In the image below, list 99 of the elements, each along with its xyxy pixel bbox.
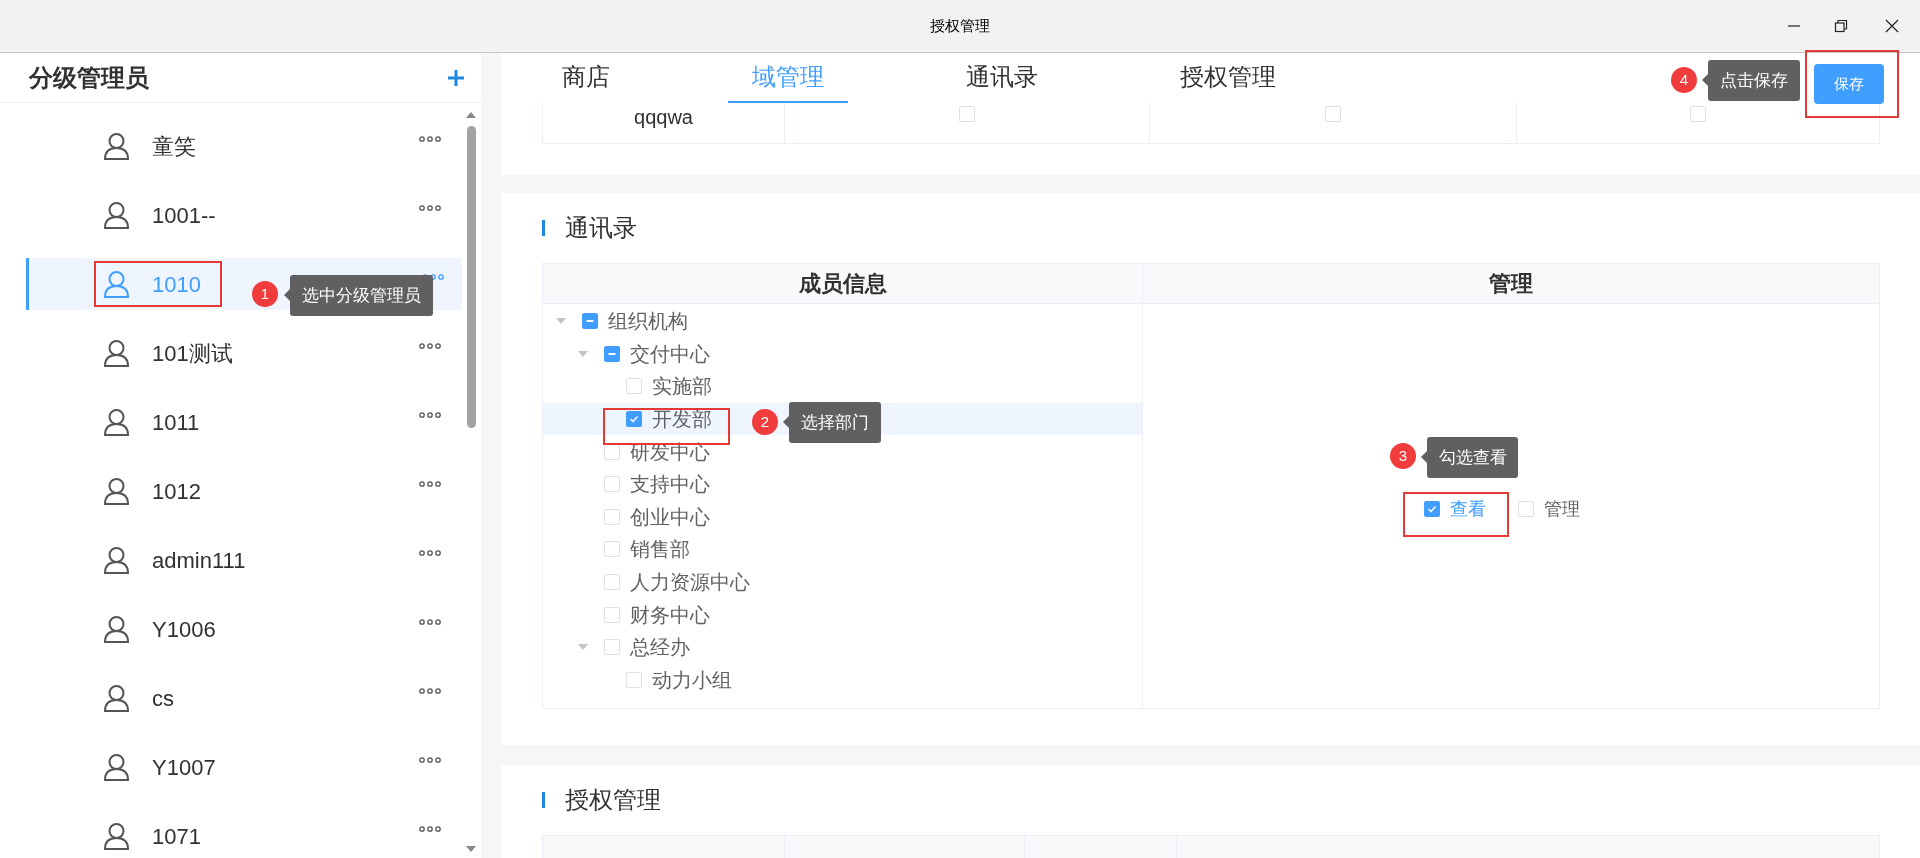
- admin-list-item[interactable]: 101测试: [26, 327, 462, 379]
- tree-row[interactable]: 交付中心: [543, 337, 1142, 371]
- more-icon[interactable]: [418, 619, 442, 625]
- tree-row[interactable]: 总经办: [543, 630, 1142, 664]
- more-icon[interactable]: [418, 412, 442, 418]
- tab[interactable]: 授权管理: [1156, 53, 1300, 103]
- checkbox[interactable]: [1424, 501, 1440, 517]
- column-header: 管理: [1489, 270, 1533, 298]
- tree-row[interactable]: 实施部: [543, 370, 1142, 403]
- caret-icon[interactable]: [578, 644, 588, 651]
- admin-list-item[interactable]: Y1007: [26, 741, 462, 793]
- tree-label: 动力小组: [652, 667, 732, 693]
- restore-icon[interactable]: [1833, 19, 1848, 33]
- tooltip: 选中分级管理员: [290, 275, 433, 316]
- check-icon: [1427, 504, 1437, 514]
- section-title: 通讯录: [565, 213, 637, 243]
- scroll-up-arrow[interactable]: [465, 111, 477, 119]
- section-marker: [542, 220, 545, 236]
- caret-icon[interactable]: [578, 350, 588, 357]
- tree-row[interactable]: 销售部: [543, 533, 1142, 566]
- admin-list-item[interactable]: cs: [26, 672, 462, 724]
- sidebar-title: 分级管理员: [29, 62, 149, 93]
- checkbox[interactable]: [604, 345, 620, 362]
- window-title: 授权管理: [930, 15, 990, 36]
- user-icon: [103, 270, 130, 298]
- more-icon[interactable]: [418, 550, 442, 556]
- admin-list-item[interactable]: 1071: [26, 810, 462, 858]
- tree-row[interactable]: 财务中心: [543, 598, 1142, 631]
- tooltip: 选择部门: [789, 402, 881, 443]
- tooltip-pointer: [284, 289, 290, 301]
- admin-list-item[interactable]: 1012: [26, 465, 462, 517]
- user-icon: [103, 615, 130, 643]
- section-marker: [542, 792, 545, 808]
- admin-name: Y1007: [152, 753, 216, 782]
- tree-row[interactable]: 创业中心: [543, 500, 1142, 534]
- tree-row[interactable]: 动力小组: [543, 663, 1142, 697]
- user-icon: [103, 753, 130, 781]
- admin-name: cs: [152, 684, 174, 713]
- admin-list-item[interactable]: admin111: [26, 534, 462, 586]
- user-icon: [103, 339, 130, 367]
- table-cell-text: qqqwa: [634, 105, 693, 130]
- admin-name: Y1006: [152, 615, 216, 644]
- more-icon[interactable]: [418, 826, 442, 832]
- admin-name: 1011: [152, 408, 200, 437]
- checkbox[interactable]: [582, 313, 598, 330]
- user-icon: [103, 477, 130, 505]
- user-icon: [103, 201, 130, 229]
- scroll-down-arrow[interactable]: [465, 845, 477, 853]
- admin-list-item[interactable]: 1001--: [26, 189, 462, 241]
- tree-label: 创业中心: [630, 504, 710, 530]
- admin-list-item[interactable]: Y1006: [26, 603, 462, 655]
- tree-label: 财务中心: [630, 602, 710, 628]
- admin-list-item[interactable]: 1011: [26, 396, 462, 448]
- more-icon[interactable]: [418, 688, 442, 694]
- column-header: 成员信息: [798, 270, 887, 298]
- user-icon: [103, 546, 130, 574]
- checkbox-label[interactable]: 管理: [1544, 495, 1580, 523]
- more-icon[interactable]: [418, 205, 442, 211]
- admin-name: 101测试: [152, 339, 233, 368]
- tree-label: 交付中心: [630, 341, 710, 367]
- tree-label: 销售部: [630, 537, 690, 563]
- user-icon: [103, 684, 130, 712]
- checkbox[interactable]: [626, 411, 642, 428]
- admin-list-item[interactable]: 童笑: [26, 120, 462, 172]
- more-icon[interactable]: [418, 136, 442, 142]
- tree-label: 开发部: [652, 407, 712, 433]
- tree-row[interactable]: 组织机构: [543, 305, 1142, 338]
- tree-label: 支持中心: [630, 472, 710, 498]
- tree-label: 总经办: [630, 635, 690, 661]
- tab[interactable]: 商店: [538, 53, 634, 103]
- user-icon: [103, 822, 130, 850]
- section-title: 授权管理: [565, 785, 661, 815]
- tab[interactable]: 通讯录: [942, 53, 1062, 103]
- admin-name: 1001--: [152, 201, 216, 230]
- caret-icon[interactable]: [556, 318, 566, 325]
- admin-name: admin111: [152, 546, 246, 575]
- close-icon[interactable]: [1885, 19, 1899, 33]
- admin-name: 1010: [152, 270, 201, 299]
- tree-label: 组织机构: [608, 309, 688, 335]
- tooltip-pointer: [783, 416, 789, 428]
- user-icon: [103, 132, 130, 160]
- tooltip: 点击保存: [1708, 60, 1800, 101]
- tooltip: 勾选查看: [1427, 437, 1518, 478]
- scrollbar-thumb[interactable]: [467, 126, 476, 428]
- tree-row[interactable]: 人力资源中心: [543, 565, 1142, 599]
- admin-name: 童笑: [152, 132, 196, 161]
- more-icon[interactable]: [418, 757, 442, 763]
- tree-label: 实施部: [652, 374, 712, 400]
- tooltip-pointer: [1702, 74, 1708, 86]
- tooltip-pointer: [1421, 451, 1427, 463]
- user-icon: [103, 408, 130, 436]
- tree-row[interactable]: 支持中心: [543, 467, 1142, 501]
- more-icon[interactable]: [418, 481, 442, 487]
- admin-name: 1012: [152, 477, 201, 506]
- tree-label: 人力资源中心: [630, 570, 750, 596]
- admin-name: 1071: [152, 822, 201, 851]
- more-icon[interactable]: [418, 343, 442, 349]
- add-icon[interactable]: [447, 68, 465, 87]
- check-icon: [629, 414, 639, 425]
